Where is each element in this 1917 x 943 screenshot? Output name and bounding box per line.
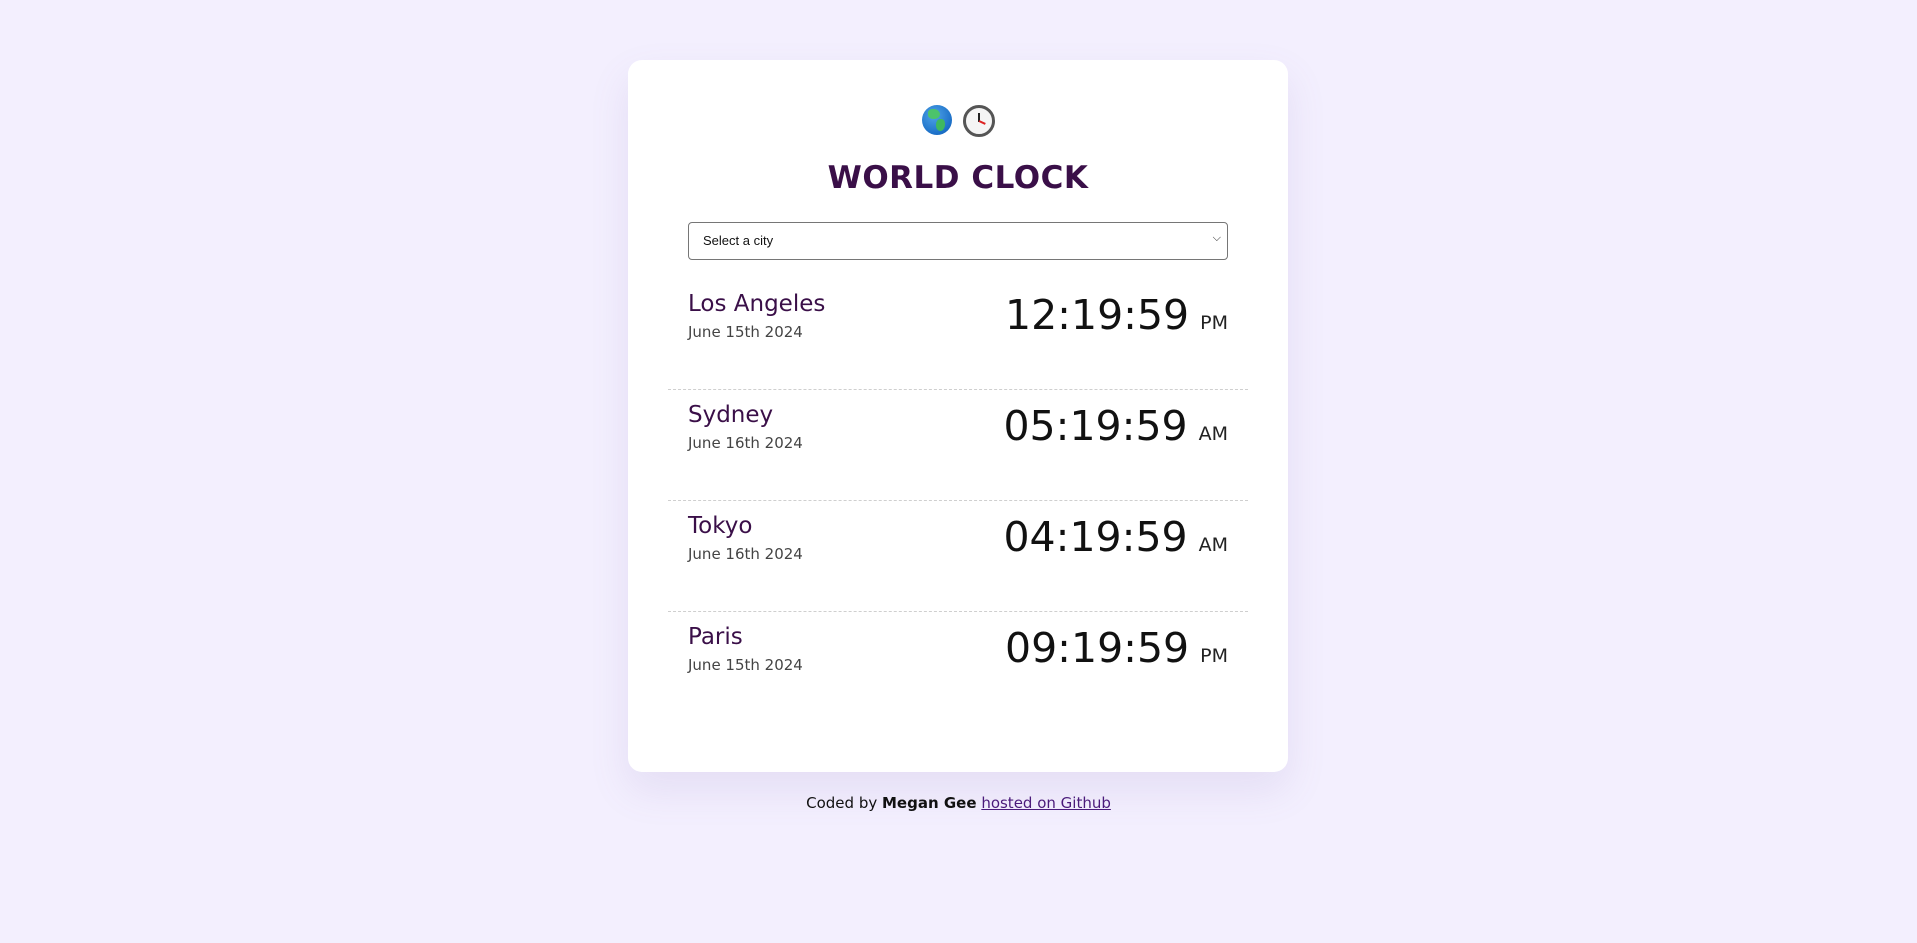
city-name: Paris xyxy=(688,624,743,650)
city-name: Tokyo xyxy=(688,513,753,539)
github-link[interactable]: hosted on Github xyxy=(981,794,1111,812)
time-ampm: AM xyxy=(1198,423,1228,445)
page-title: WORLD CLOCK xyxy=(827,160,1089,196)
city-date: June 16th 2024 xyxy=(688,434,803,452)
chevron-down-icon: ⌵ xyxy=(1212,231,1221,244)
city-time: 04:19:59 AM xyxy=(1003,513,1228,561)
time-ampm: AM xyxy=(1198,534,1228,556)
city-name: Sydney xyxy=(688,402,774,428)
city-select-value: Select a city xyxy=(703,233,774,248)
footer-prefix: Coded by xyxy=(806,794,878,812)
world-clock-card: WORLD CLOCK Select a city ⌵ Los Angeles … xyxy=(628,60,1288,772)
time-value: 12:19:59 xyxy=(1005,291,1190,339)
city-date: June 15th 2024 xyxy=(688,656,803,674)
city-date: June 16th 2024 xyxy=(688,545,803,563)
city-select[interactable]: Select a city ⌵ xyxy=(688,222,1228,260)
clock-icon xyxy=(962,105,995,137)
city-name: Los Angeles xyxy=(688,291,826,317)
time-value: 09:19:59 xyxy=(1005,624,1190,672)
time-ampm: PM xyxy=(1200,312,1228,334)
header-icons xyxy=(628,105,1288,137)
city-date: June 15th 2024 xyxy=(688,323,803,341)
city-row-tokyo: Tokyo June 16th 2024 04:19:59 AM xyxy=(668,501,1248,612)
time-value: 04:19:59 xyxy=(1003,513,1188,561)
city-row-paris: Paris June 15th 2024 09:19:59 PM xyxy=(668,612,1248,723)
city-row-los-angeles: Los Angeles June 15th 2024 12:19:59 PM xyxy=(668,279,1248,390)
city-time: 12:19:59 PM xyxy=(1005,291,1228,339)
time-value: 05:19:59 xyxy=(1003,402,1188,450)
city-time: 09:19:59 PM xyxy=(1005,624,1228,672)
city-time: 05:19:59 AM xyxy=(1003,402,1228,450)
footer-author: Megan Gee xyxy=(882,794,977,812)
city-row-sydney: Sydney June 16th 2024 05:19:59 AM xyxy=(668,390,1248,501)
globe-icon xyxy=(921,105,952,135)
time-ampm: PM xyxy=(1200,645,1228,667)
footer: Coded by Megan Gee hosted on Github xyxy=(0,794,1917,812)
